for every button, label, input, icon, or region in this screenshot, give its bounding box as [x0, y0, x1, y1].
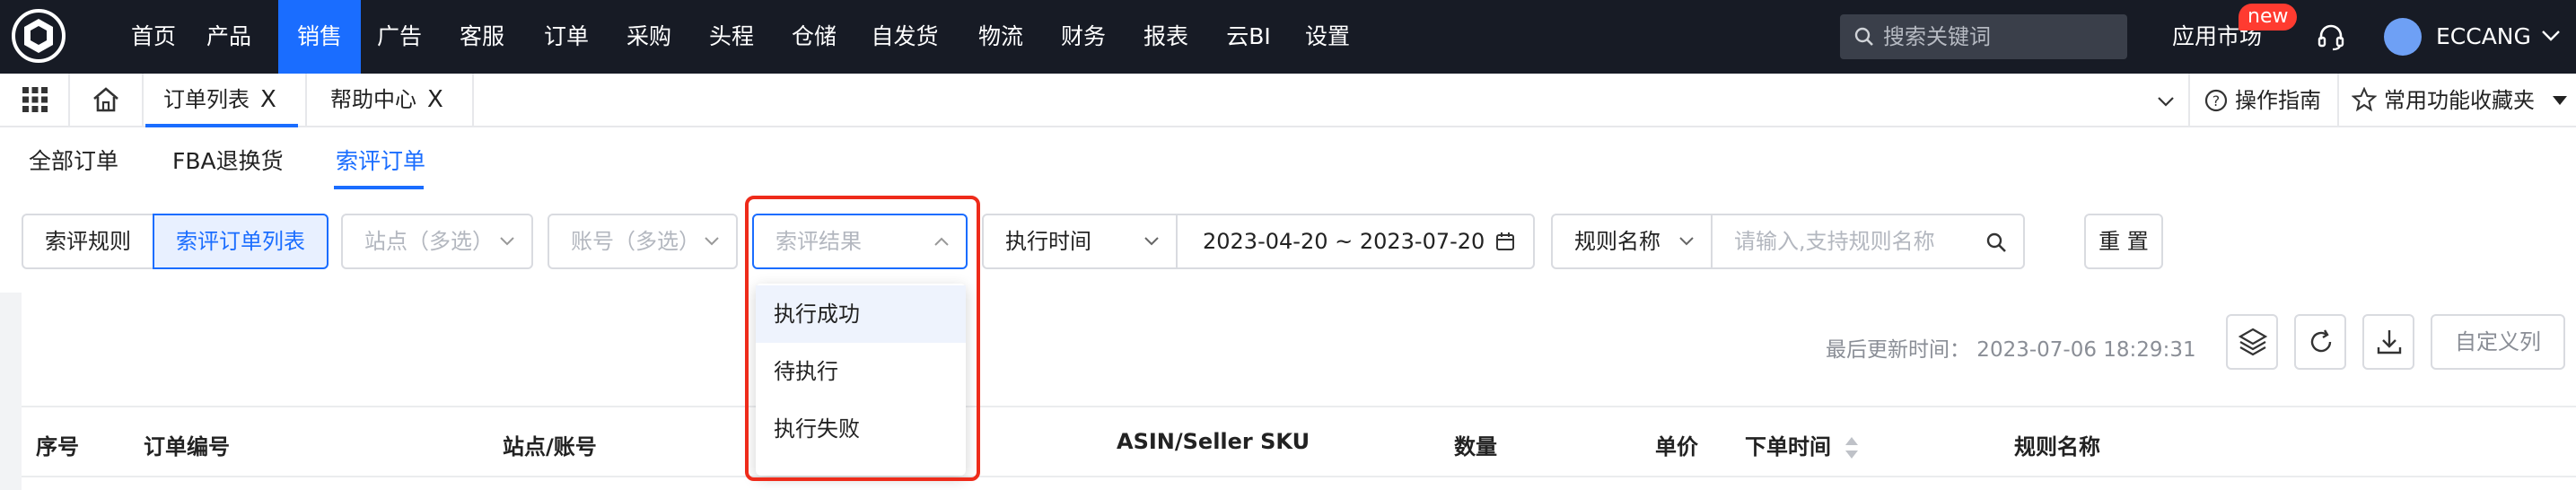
- rule-name-input[interactable]: 请输入,支持规则名称: [1711, 214, 2025, 269]
- nav-item-purchase[interactable]: 采购: [621, 0, 677, 74]
- column-header-index: 序号: [36, 434, 79, 459]
- search-placeholder: 搜索关键词: [1883, 24, 1991, 49]
- caret-down-icon: [2552, 96, 2567, 105]
- layers-icon: [2238, 328, 2268, 356]
- search-icon[interactable]: [1985, 232, 2007, 253]
- headset-icon[interactable]: [2316, 22, 2346, 52]
- guide-label: 操作指南: [2235, 88, 2321, 113]
- nav-item-ads[interactable]: 广告: [372, 0, 427, 74]
- chevron-down-icon: [1679, 237, 1694, 246]
- app-grid-icon[interactable]: [22, 86, 48, 113]
- chevron-down-icon: [500, 237, 514, 246]
- rule-field-value: 规则名称: [1574, 229, 1660, 254]
- divider: [2337, 74, 2339, 127]
- nav-item-cloud-bi[interactable]: 云BI: [1221, 0, 1276, 74]
- nav-item-home[interactable]: 首页: [126, 0, 181, 74]
- account-multiselect[interactable]: 账号（多选）: [548, 214, 738, 269]
- custom-columns-button[interactable]: 自定义列: [2431, 314, 2565, 370]
- column-header-rule-name: 规则名称: [2014, 434, 2100, 459]
- column-header-site-account: 站点/账号: [503, 434, 597, 459]
- chevron-down-icon[interactable]: [2540, 27, 2562, 45]
- column-header-quantity: 数量: [1454, 434, 1497, 459]
- favorites-label: 常用功能收藏夹: [2384, 88, 2535, 113]
- user-avatar[interactable]: [2384, 18, 2422, 56]
- divider: [142, 74, 144, 127]
- column-header-order-time[interactable]: 下单时间: [1745, 429, 1860, 461]
- calendar-icon: [1495, 232, 1514, 250]
- column-header-asin-sku: ASIN/Seller SKU: [1117, 429, 1310, 454]
- user-name[interactable]: ECCANG: [2436, 0, 2531, 74]
- nav-item-sales[interactable]: 销售: [278, 0, 361, 74]
- star-icon: [2351, 86, 2378, 112]
- divider: [68, 74, 70, 127]
- nav-item-warehouse[interactable]: 仓储: [786, 0, 842, 74]
- close-icon[interactable]: X: [260, 86, 276, 113]
- home-icon[interactable]: [92, 86, 120, 113]
- operation-guide-link[interactable]: ? 操作指南: [2204, 74, 2321, 127]
- column-header-order-number: 订单编号: [144, 434, 230, 459]
- review-order-list-button[interactable]: 索评订单列表: [153, 214, 329, 269]
- nav-item-settings[interactable]: 设置: [1300, 0, 1355, 74]
- subtab-all-orders[interactable]: 全部订单: [29, 144, 118, 176]
- nav-item-logistics[interactable]: 物流: [973, 0, 1029, 74]
- tab-order-list[interactable]: 订单列表 X: [163, 74, 276, 127]
- help-circle-icon: ?: [2204, 89, 2228, 112]
- nav-item-finance[interactable]: 财务: [1056, 0, 1111, 74]
- nav-item-reports[interactable]: 报表: [1138, 0, 1194, 74]
- rule-name-placeholder: 请输入,支持规则名称: [1734, 229, 1935, 254]
- tab-help-center[interactable]: 帮助中心 X: [330, 74, 443, 127]
- divider: [2188, 74, 2190, 127]
- last-updated-text: 最后更新时间： 2023-07-06 18:29:31: [1826, 338, 2196, 362]
- new-badge: new: [2239, 4, 2298, 31]
- time-type-value: 执行时间: [1005, 229, 1091, 254]
- active-tab-indicator: [145, 124, 298, 127]
- review-rules-button[interactable]: 索评规则: [22, 214, 154, 269]
- eccang-logo-icon[interactable]: [11, 8, 66, 64]
- nav-item-products[interactable]: 产品: [201, 0, 257, 74]
- divider: [305, 74, 307, 127]
- date-range-value: 2023-04-20 ~ 2023-07-20: [1203, 229, 1485, 254]
- chevron-down-icon[interactable]: [2156, 93, 2176, 109]
- nav-item-customer-service[interactable]: 客服: [454, 0, 510, 74]
- sort-icon[interactable]: [1844, 434, 1860, 461]
- refresh-button[interactable]: [2294, 314, 2346, 370]
- chevron-down-icon: [1144, 237, 1159, 246]
- chevron-down-icon: [705, 237, 719, 246]
- reset-button[interactable]: 重 置: [2084, 214, 2163, 269]
- date-range-picker[interactable]: 2023-04-20 ~ 2023-07-20: [1176, 214, 1535, 269]
- nav-item-first-leg[interactable]: 头程: [704, 0, 759, 74]
- highlight-frame: [745, 196, 980, 481]
- close-icon[interactable]: X: [427, 86, 443, 113]
- tab-label: 订单列表: [163, 87, 250, 112]
- download-button[interactable]: [2362, 314, 2414, 370]
- download-icon: [2377, 330, 2402, 354]
- favorites-menu[interactable]: 常用功能收藏夹: [2351, 74, 2569, 127]
- rule-field-select[interactable]: 规则名称: [1551, 214, 1713, 269]
- nav-item-orders[interactable]: 订单: [539, 0, 594, 74]
- subtab-fba-returns[interactable]: FBA退换货: [172, 144, 284, 176]
- subtab-review-orders[interactable]: 索评订单: [336, 144, 425, 176]
- search-icon: [1854, 27, 1873, 46]
- active-subtab-indicator: [334, 186, 424, 189]
- svg-text:?: ?: [2212, 92, 2221, 109]
- site-placeholder: 站点（多选）: [364, 229, 494, 254]
- account-placeholder: 账号（多选）: [571, 229, 700, 254]
- refresh-icon: [2310, 329, 2332, 353]
- global-search-input[interactable]: 搜索关键词: [1840, 14, 2127, 59]
- time-type-select[interactable]: 执行时间: [982, 214, 1178, 269]
- site-multiselect[interactable]: 站点（多选）: [341, 214, 533, 269]
- layers-button[interactable]: [2226, 314, 2278, 370]
- tab-label: 帮助中心: [330, 87, 416, 112]
- order-time-label: 下单时间: [1745, 434, 1831, 459]
- column-header-unit-price: 单价: [1655, 434, 1698, 459]
- nav-item-self-shipping[interactable]: 自发货: [869, 0, 941, 74]
- divider: [472, 74, 474, 127]
